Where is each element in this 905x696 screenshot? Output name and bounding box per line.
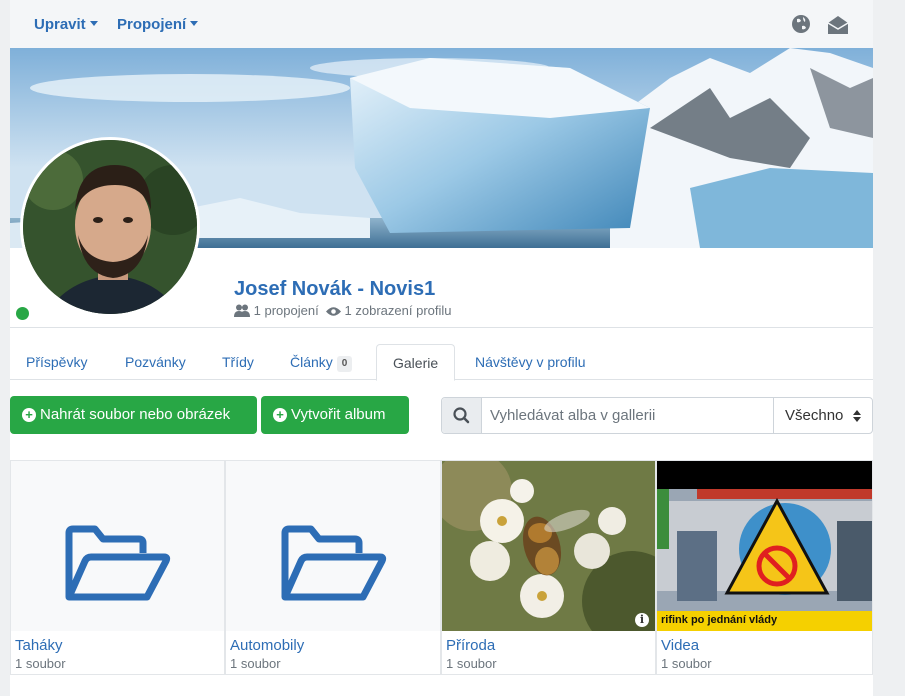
upload-button-label: Nahrát soubor nebo obrázek	[40, 406, 231, 423]
news-video-still	[657, 461, 872, 631]
filter-select-value: Všechno	[785, 407, 844, 424]
profile-stats: 1 propojení 1 zobrazení profilu	[234, 303, 452, 320]
upload-file-button[interactable]: + Nahrát soubor nebo obrázek	[10, 396, 257, 434]
profile-tabs: Příspěvky Pozvánky Třídy Články 0 Galerie…	[10, 344, 873, 381]
plus-circle-icon: +	[273, 408, 287, 422]
album-title[interactable]: Automobily	[230, 637, 304, 654]
users-icon	[234, 304, 250, 320]
tab-posts[interactable]: Příspěvky	[10, 344, 103, 380]
album-card[interactable]: rifink po jednání vlády Videa 1 soubor	[656, 460, 873, 675]
filter-select[interactable]: Všechno	[773, 398, 872, 433]
tab-articles[interactable]: Články 0	[274, 344, 368, 380]
tab-invitations[interactable]: Pozvánky	[109, 344, 202, 380]
chevron-down-icon	[190, 21, 199, 26]
articles-count-badge: 0	[336, 356, 353, 372]
album-thumbnail: rifink po jednání vlády	[657, 461, 872, 631]
chevron-down-icon	[89, 21, 98, 26]
tab-label: Třídy	[222, 354, 254, 370]
video-ticker-text: rifink po jednání vlády	[661, 614, 778, 626]
avatar[interactable]	[20, 137, 200, 317]
profile-name[interactable]: Josef Novák - Novis1	[234, 278, 435, 301]
edit-menu[interactable]: Upravit	[34, 16, 98, 33]
tab-profile-visits[interactable]: Návštěvy v profilu	[459, 344, 601, 380]
album-card[interactable]: Taháky 1 soubor	[10, 460, 225, 675]
page: Upravit Propojení Josef Novák - Novis1 1…	[10, 0, 873, 696]
album-file-count: 1 soubor	[446, 656, 497, 671]
search-icon[interactable]	[442, 398, 482, 433]
eye-icon	[325, 305, 341, 320]
folder-icon	[281, 525, 387, 601]
plus-circle-icon: +	[22, 408, 36, 422]
tab-label: Pozvánky	[125, 354, 186, 370]
connections-count: 1 propojení	[253, 303, 319, 318]
album-search: Všechno	[441, 397, 873, 434]
envelope-open-icon[interactable]	[827, 14, 849, 36]
album-file-count: 1 soubor	[661, 656, 712, 671]
album-thumbnail	[226, 461, 440, 631]
tab-label: Příspěvky	[26, 354, 88, 370]
tab-label: Články	[290, 354, 333, 370]
search-input[interactable]	[482, 398, 773, 433]
tab-classes[interactable]: Třídy	[206, 344, 270, 380]
album-title[interactable]: Videa	[661, 637, 699, 654]
tab-label: Galerie	[393, 355, 439, 371]
connections-menu[interactable]: Propojení	[117, 16, 199, 33]
folder-icon	[65, 525, 171, 601]
album-card[interactable]: Automobily 1 soubor	[225, 460, 441, 675]
album-title[interactable]: Taháky	[15, 637, 63, 654]
album-card[interactable]: i Příroda 1 soubor	[441, 460, 656, 675]
create-album-label: Vytvořit album	[291, 406, 386, 423]
connections-menu-label: Propojení	[117, 16, 187, 33]
info-icon[interactable]: i	[635, 613, 649, 627]
sort-icon	[853, 410, 861, 422]
tab-label: Návštěvy v profilu	[475, 354, 586, 370]
online-status-dot	[16, 307, 29, 320]
album-file-count: 1 soubor	[230, 656, 281, 671]
globe-icon[interactable]	[791, 14, 813, 36]
album-thumbnail	[11, 461, 224, 631]
album-thumbnail: i	[442, 461, 655, 631]
album-title[interactable]: Příroda	[446, 637, 495, 654]
edit-menu-label: Upravit	[34, 16, 86, 33]
profile-views-count: 1 zobrazení profilu	[344, 303, 452, 318]
bee-on-blossom-photo	[442, 461, 655, 631]
tab-gallery[interactable]: Galerie	[376, 344, 456, 381]
create-album-button[interactable]: + Vytvořit album	[261, 396, 409, 434]
top-navbar: Upravit Propojení	[10, 0, 873, 48]
album-file-count: 1 soubor	[15, 656, 66, 671]
